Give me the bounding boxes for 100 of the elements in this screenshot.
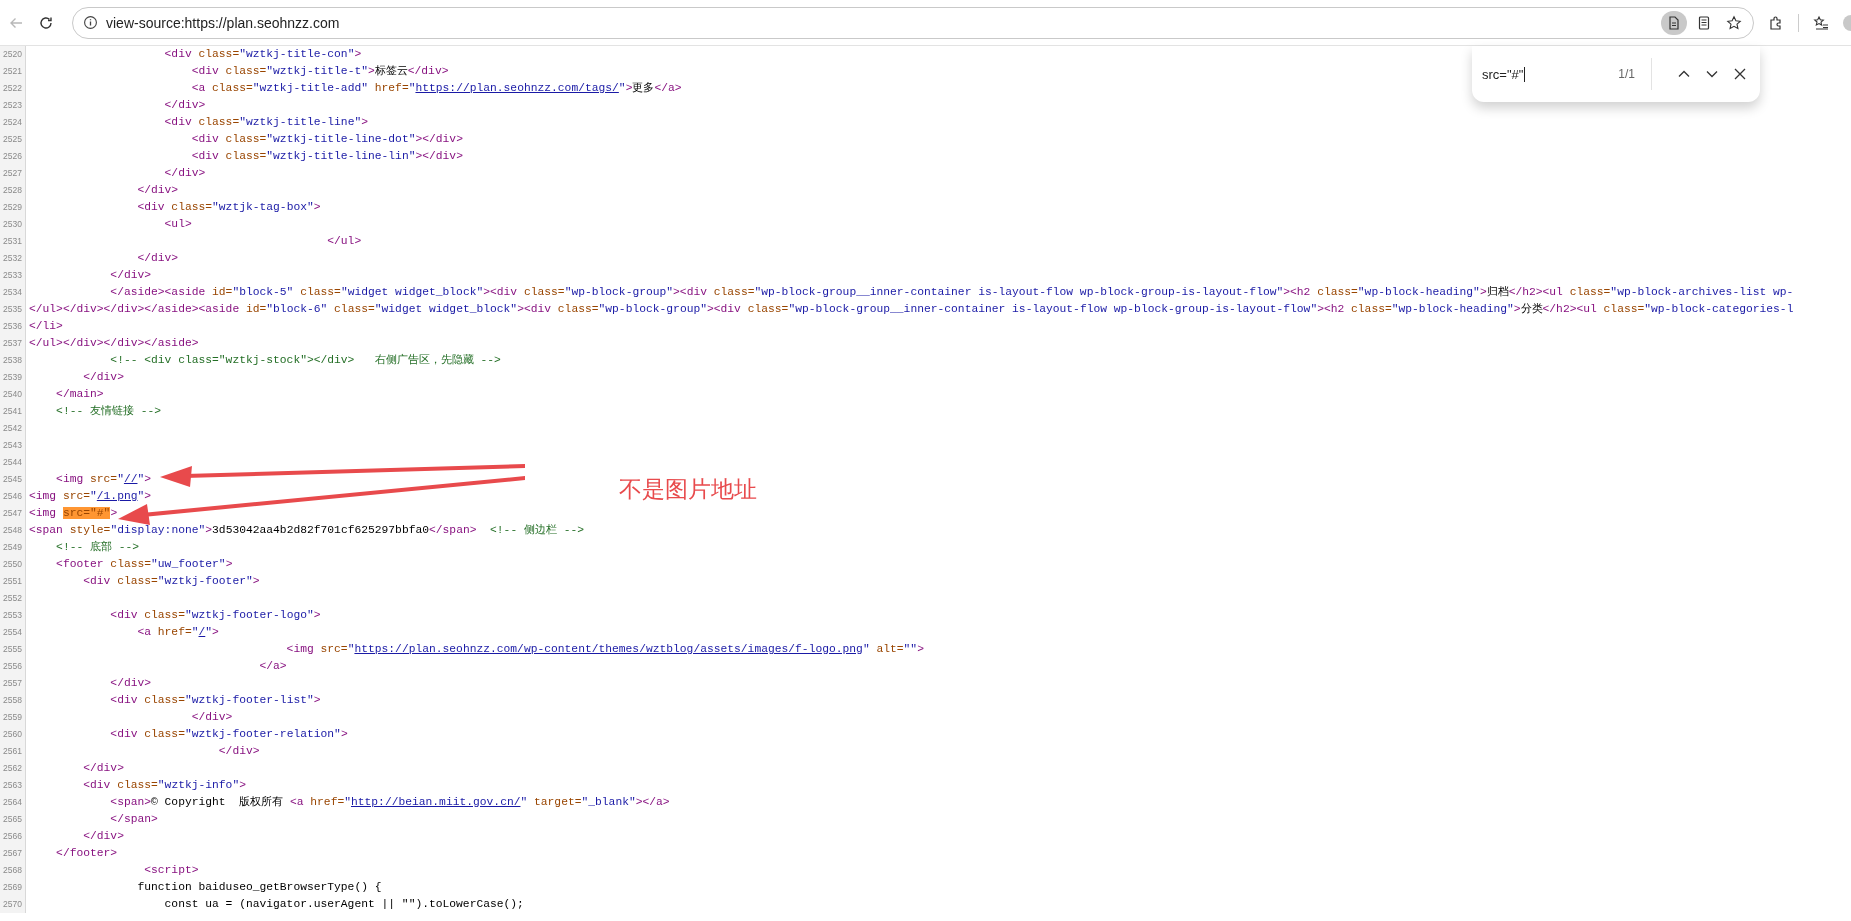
line-number: 2527 bbox=[0, 165, 26, 182]
code-line: <span style="display:none">3d53042aa4b2d82f701cf625297bbfa0</span> <!-- 侧边栏 --> bbox=[29, 523, 585, 538]
line-number: 2558 bbox=[0, 692, 26, 709]
line-number: 2532 bbox=[0, 250, 26, 267]
code-line: </a> bbox=[258, 659, 287, 674]
annotation-text: 不是图片地址 bbox=[619, 475, 757, 504]
source-link[interactable]: // bbox=[123, 473, 138, 485]
line-number: 2565 bbox=[0, 811, 26, 828]
line-number: 2531 bbox=[0, 233, 26, 250]
close-icon[interactable] bbox=[1732, 66, 1748, 82]
code-line: </ul></div></div></aside><aside id="block-6" class="widget widget_block"><div class="wp-block-group"><div class="wp-block-group__inner-container is-layout-flow wp-block-group-is-layout-flow"><h2 class="wp-block-heading">分类</h2><ul class="wp-block-categories-l bbox=[29, 302, 1794, 317]
code-line: const ua = (navigator.userAgent || "").toLowerCase(); bbox=[163, 897, 524, 912]
code-line: <div class="wztkj-footer-list"> bbox=[109, 693, 321, 708]
line-number: 2524 bbox=[0, 114, 26, 131]
line-number: 2566 bbox=[0, 828, 26, 845]
line-number: 2522 bbox=[0, 80, 26, 97]
line-number: 2564 bbox=[0, 794, 26, 811]
line-number: 2570 bbox=[0, 896, 26, 913]
code-line: </div> bbox=[82, 829, 124, 844]
reload-icon[interactable] bbox=[38, 14, 54, 31]
line-number: 2549 bbox=[0, 539, 26, 556]
line-number: 2541 bbox=[0, 403, 26, 420]
line-number: 2561 bbox=[0, 743, 26, 760]
line-number: 2555 bbox=[0, 641, 26, 658]
line-number: 2523 bbox=[0, 97, 26, 114]
code-line: <div class="wztkj-title-line"> bbox=[163, 115, 368, 130]
line-number: 2567 bbox=[0, 845, 26, 862]
code-line: <div class="wztkj-title-con"> bbox=[163, 47, 362, 62]
code-line: </span> bbox=[109, 812, 158, 827]
line-number: 2521 bbox=[0, 63, 26, 80]
line-number: 2544 bbox=[0, 454, 26, 471]
code-line: <script> bbox=[143, 863, 199, 878]
find-field[interactable]: src="#" bbox=[1482, 66, 1572, 82]
line-number: 2542 bbox=[0, 420, 26, 437]
line-number: 2534 bbox=[0, 284, 26, 301]
info-icon[interactable] bbox=[83, 15, 98, 30]
line-number: 2529 bbox=[0, 199, 26, 216]
code-line: <div class="wztkj-footer-logo"> bbox=[109, 608, 321, 623]
source-link[interactable]: http://beian.miit.gov.cn/ bbox=[351, 796, 521, 808]
code-line: </footer> bbox=[55, 846, 118, 861]
code-line: </div> bbox=[217, 744, 260, 759]
line-number: 2543 bbox=[0, 437, 26, 454]
code-line: </div> bbox=[163, 98, 206, 113]
line-number: 2547 bbox=[0, 505, 26, 522]
match-count: 1/1 bbox=[1618, 67, 1635, 81]
line-number: 2538 bbox=[0, 352, 26, 369]
line-number: 2552 bbox=[0, 590, 26, 607]
line-number: 2546 bbox=[0, 488, 26, 505]
code-line: <img src="https://plan.seohnzz.com/wp-content/themes/wztblog/assets/images/f-logo.png" alt=""> bbox=[285, 642, 924, 657]
line-number: 2563 bbox=[0, 777, 26, 794]
line-number: 2568 bbox=[0, 862, 26, 879]
code-line: <!-- <div class="wztkj-stock"></div> 右侧广告区，先隐藏 --> bbox=[109, 353, 501, 368]
code-line: </div> bbox=[82, 761, 124, 776]
line-number: 2533 bbox=[0, 267, 26, 284]
code-line: <div class="wztjk-tag-box"> bbox=[136, 200, 321, 215]
code-line: <footer class="uw_footer"> bbox=[55, 557, 233, 572]
code-line: <ul> bbox=[163, 217, 192, 232]
line-number: 2535 bbox=[0, 301, 26, 318]
code-line: </ul></div></div></aside> bbox=[29, 336, 199, 351]
code-line: <!-- 友情链接 --> bbox=[55, 404, 162, 419]
line-number: 2525 bbox=[0, 131, 26, 148]
code-line: </div> bbox=[109, 268, 152, 283]
code-line: <img src="#"> bbox=[29, 506, 118, 521]
code-line: </div> bbox=[109, 676, 152, 691]
favorites-icon[interactable] bbox=[1813, 14, 1829, 31]
code-line: <div class="wztkj-title-t">标签云</div> bbox=[190, 64, 449, 79]
star-icon[interactable] bbox=[1726, 14, 1742, 31]
source-link[interactable]: https://plan.seohnzz.com/tags/ bbox=[415, 82, 619, 94]
code-line: </div> bbox=[136, 251, 179, 266]
source-link[interactable]: / bbox=[198, 626, 206, 638]
code-line: </div> bbox=[82, 370, 124, 385]
code-line: <div class="wztkj-footer-relation"> bbox=[109, 727, 348, 742]
extensions-icon[interactable] bbox=[1768, 14, 1784, 31]
line-number: 2551 bbox=[0, 573, 26, 590]
code-line: </aside><aside id="block-5" class="widget widget_block"><div class="wp-block-group"><div class="wp-block-group__inner-container is-layout-flow wp-block-group-is-layout-flow"><h2 class="wp-block-heading">归档</h2><ul class="wp-block-archives-list wp- bbox=[109, 285, 1794, 300]
reader-icon[interactable] bbox=[1696, 14, 1712, 31]
line-number: 2545 bbox=[0, 471, 26, 488]
line-number: 2560 bbox=[0, 726, 26, 743]
line-number: 2569 bbox=[0, 879, 26, 896]
line-number: 2528 bbox=[0, 182, 26, 199]
line-number: 2540 bbox=[0, 386, 26, 403]
code-line: </main> bbox=[55, 387, 104, 402]
line-number: 2548 bbox=[0, 522, 26, 539]
code-line: </li> bbox=[29, 319, 63, 334]
code-line: <a href="/"> bbox=[136, 625, 219, 640]
line-number: 2520 bbox=[0, 46, 26, 63]
code-line: <div class="wztkj-title-line-lin"></div> bbox=[190, 149, 463, 164]
line-number: 2554 bbox=[0, 624, 26, 641]
line-number: 2559 bbox=[0, 709, 26, 726]
source-link[interactable]: https://plan.seohnzz.com/wp-content/themes/wztblog/assets/images/f-logo.png bbox=[354, 643, 863, 655]
code-line: <span>© Copyright 版权所有 <a href="http://beian.miit.gov.cn/" target="_blank"></a> bbox=[109, 795, 670, 810]
code-line: <a class="wztkj-title-add" href="https://plan.seohnzz.com/tags/">更多</a> bbox=[190, 81, 682, 96]
code-line: </div> bbox=[136, 183, 179, 198]
line-number: 2562 bbox=[0, 760, 26, 777]
line-number: 2526 bbox=[0, 148, 26, 165]
code-line: function baiduseo_getBrowserType() { bbox=[136, 880, 382, 895]
source-link[interactable]: /1.png bbox=[96, 490, 138, 502]
code-line: <div class="wztkj-footer"> bbox=[82, 574, 260, 589]
code-line: </div> bbox=[190, 710, 233, 725]
document-icon[interactable] bbox=[1666, 14, 1682, 31]
